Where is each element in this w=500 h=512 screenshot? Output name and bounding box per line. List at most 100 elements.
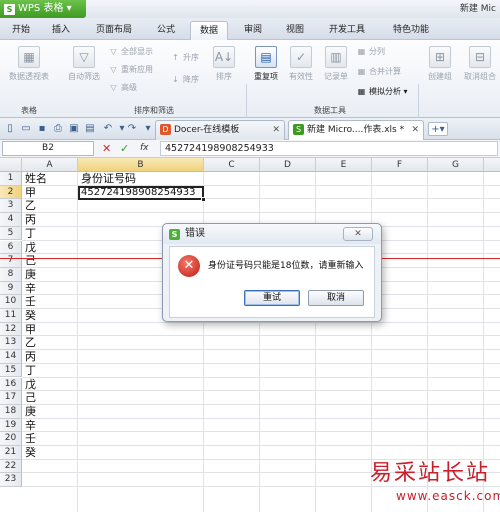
cancel-entry-icon[interactable]: ✕ [102,141,111,156]
redo-icon[interactable]: ↷ [125,122,139,136]
undo-icon[interactable]: ↶ [101,122,115,136]
row-header[interactable]: 20 [0,432,22,446]
dialog-title-bar[interactable]: S 错误 ✕ [163,224,381,244]
doc-tab-docer[interactable]: D Docer-在线模板 ✕ [155,120,285,140]
column-header-e[interactable]: E [316,158,372,172]
tab-insert[interactable]: 插入 [44,21,78,40]
reapply-button[interactable]: ▽ 重新应用 [108,64,153,75]
new-file-icon[interactable]: ▯ [3,122,17,136]
name-box[interactable]: B2 [2,141,94,156]
cell-a6[interactable]: 戊 [22,241,36,254]
tab-special[interactable]: 特色功能 [382,21,440,40]
ungroup-button[interactable]: ⊟ 取消组合 [460,46,500,82]
row-header[interactable]: 17 [0,391,22,405]
column-header-f[interactable]: F [372,158,428,172]
row-header[interactable]: 4 [0,213,22,227]
wps-app-menu-button[interactable]: S WPS 表格 ▾ [0,0,86,18]
row-header[interactable]: 1 [0,172,22,186]
cell-a4[interactable]: 丙 [22,213,36,226]
row-header[interactable]: 21 [0,446,22,460]
fill-handle[interactable] [201,197,206,203]
row-header[interactable]: 12 [0,322,22,337]
sort-ascending-button[interactable]: ↑ 升序 [170,52,199,63]
row-header[interactable]: 11 [0,309,22,323]
insert-function-icon[interactable]: fx [140,141,149,156]
row-header[interactable]: 15 [0,363,22,378]
autofilter-button[interactable]: ▽ 自动筛选 [64,46,104,82]
pivot-table-button[interactable]: ▦ 数据透视表 [4,46,54,82]
what-if-analysis-button[interactable]: ▦ 模拟分析 ▾ [356,86,408,97]
dialog-close-button[interactable]: ✕ [343,227,373,241]
print-icon[interactable]: ⎙ [51,122,65,136]
advanced-filter-button[interactable]: ▽ 高级 [108,82,137,93]
cell-a9[interactable]: 辛 [22,282,36,295]
column-header-h[interactable] [484,158,500,172]
row-header[interactable]: 10 [0,295,22,309]
cell-b2[interactable]: 452724198908254933 [78,186,196,199]
cell-a12[interactable]: 甲 [22,323,36,336]
tab-review[interactable]: 审阅 [236,21,270,40]
tab-page-layout[interactable]: 页面布局 [86,21,142,40]
tab-view[interactable]: 视图 [278,21,312,40]
cell-a3[interactable]: 乙 [22,199,36,212]
cell-a18[interactable]: 庚 [22,405,36,418]
column-header-g[interactable]: G [428,158,484,172]
cell-a15[interactable]: 丁 [22,364,36,377]
cell-a19[interactable]: 辛 [22,419,36,432]
cell-a1[interactable]: 姓名 [22,172,47,185]
cell-a16[interactable]: 戊 [22,378,36,391]
doc-tab-workbook[interactable]: S 新建 Micro....作表.xls * ✕ [288,120,424,140]
column-header-c[interactable]: C [204,158,260,172]
validity-button[interactable]: ✓ 有效性 [285,46,317,82]
row-header[interactable]: 8 [0,267,22,282]
cancel-button[interactable]: 取消 [308,290,364,306]
cell-a13[interactable]: 乙 [22,336,36,349]
row-header[interactable]: 7 [0,254,22,268]
select-all-corner[interactable] [0,158,22,172]
sort-descending-button[interactable]: ↓ 降序 [170,74,199,85]
tab-home[interactable]: 开始 [4,21,38,40]
new-tab-plus-icon[interactable]: +▾ [428,122,448,136]
row-header[interactable]: 16 [0,377,22,392]
cell-a17[interactable]: 己 [22,391,36,404]
cell-a14[interactable]: 丙 [22,350,36,363]
show-all-button[interactable]: ▽ 全部显示 [108,46,153,57]
row-header[interactable]: 5 [0,226,22,241]
sort-button[interactable]: A↓ 排序 [208,46,240,82]
row-header[interactable]: 14 [0,350,22,364]
row-header[interactable]: 6 [0,240,22,255]
column-header-a[interactable]: A [22,158,78,172]
open-folder-icon[interactable]: ▭ [19,122,33,136]
row-header[interactable]: 3 [0,199,22,214]
cell-a10[interactable]: 壬 [22,295,36,308]
record-form-button[interactable]: ▥ 记录单 [320,46,352,82]
tab-data[interactable]: 数据 [190,21,228,40]
row-header[interactable]: 19 [0,418,22,433]
retry-button[interactable]: 重试 [244,290,300,306]
close-tab-icon[interactable]: ✕ [272,121,280,139]
print-preview-icon[interactable]: ▣ [67,122,81,136]
create-group-button[interactable]: ⊞ 创建组 [422,46,458,82]
close-tab-icon[interactable]: ✕ [411,121,419,139]
customize-dropdown-icon[interactable]: ▾ [141,122,155,136]
row-header[interactable]: 9 [0,281,22,296]
cell-a2[interactable]: 甲 [22,186,36,199]
column-header-b[interactable]: B [78,158,204,172]
text-to-columns-button[interactable]: ▦ 分列 [356,46,385,57]
formula-input[interactable]: 452724198908254933 [160,141,498,156]
column-header-d[interactable]: D [260,158,316,172]
tab-formulas[interactable]: 公式 [148,21,184,40]
save-icon[interactable]: ▪ [35,122,49,136]
row-header[interactable]: 13 [0,336,22,351]
cell-a20[interactable]: 壬 [22,432,36,445]
tab-developer[interactable]: 开发工具 [318,21,376,40]
cell-a5[interactable]: 丁 [22,227,36,240]
confirm-entry-icon[interactable]: ✓ [120,141,129,156]
cell-a7[interactable]: 己 [22,254,36,267]
row-header[interactable]: 23 [0,473,22,488]
consolidate-button[interactable]: ▦ 合并计算 [356,66,401,77]
duplicates-button[interactable]: ▤ 重复项 [250,46,282,82]
row-header[interactable]: 22 [0,459,22,474]
row-header[interactable]: 18 [0,404,22,419]
cell-a11[interactable]: 癸 [22,309,36,322]
